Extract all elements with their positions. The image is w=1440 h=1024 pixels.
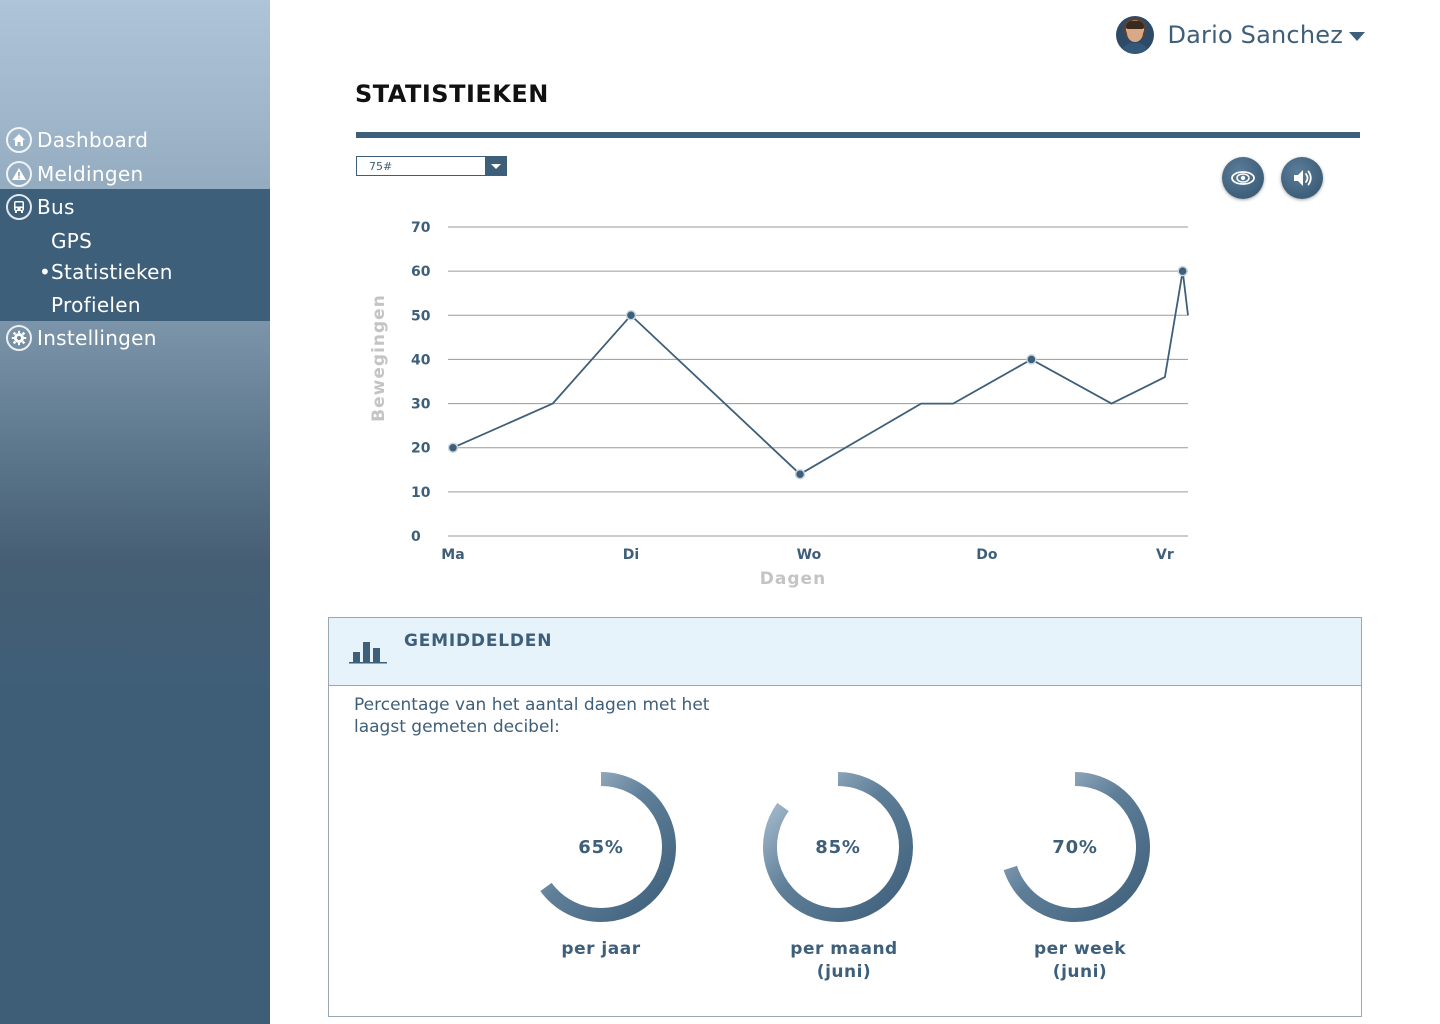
chevron-down-icon[interactable]: [485, 157, 506, 175]
averages-panel-header: GEMIDDELDEN: [329, 618, 1361, 686]
chart-y-tick-label: 60: [411, 264, 431, 280]
averages-title: GEMIDDELDEN: [404, 631, 553, 651]
chart-point: [1026, 354, 1037, 365]
movements-line-chart: 0 10 20 30 40 50 60 70 Ma Di Wo Do Vr Bewegingen Da…: [369, 220, 1189, 589]
donut-per-month: 85%: [759, 768, 917, 926]
chart-x-tick-label: Wo: [797, 547, 822, 563]
chart-y-tick-label: 40: [411, 352, 431, 368]
chart-x-axis-label: Dagen: [760, 569, 826, 589]
chart-series-line: [452, 270, 1189, 476]
chart-y-tick-label: 50: [411, 308, 431, 324]
eye-icon: [1231, 171, 1255, 185]
averages-panel: GEMIDDELDEN Percentage van het aantal da…: [328, 617, 1362, 1017]
donut-per-year: 65%: [522, 768, 680, 926]
donut-value: 85%: [815, 836, 861, 858]
sidebar-item-label: Dashboard: [37, 127, 149, 152]
sidebar-item-bus[interactable]: Bus: [0, 190, 270, 223]
sidebar-item-meldingen[interactable]: Meldingen: [0, 157, 270, 190]
bar-chart-icon: [349, 642, 387, 664]
donut-label-per-year: per jaar: [561, 939, 641, 959]
donut-label-per-month: per maand (juni): [790, 939, 898, 982]
chevron-down-icon: [1349, 32, 1365, 41]
title-divider: [356, 132, 1360, 138]
chart-y-tick-label: 70: [411, 220, 431, 236]
sidebar-item-instellingen[interactable]: Instellingen: [0, 321, 270, 354]
chart-x-tick-label: Ma: [441, 547, 464, 563]
chart-y-tick-label: 20: [411, 441, 431, 457]
chart-y-tick-label: 10: [411, 485, 431, 501]
bus-select-value: 75#: [369, 159, 393, 173]
gear-icon: [6, 324, 32, 351]
speaker-icon: [1294, 170, 1312, 186]
sidebar-item-label: Bus: [37, 194, 75, 219]
donut-label-per-week: per week (juni): [1033, 939, 1127, 982]
sidebar-item-label: Meldingen: [37, 161, 144, 186]
alert-icon: [6, 160, 32, 187]
chart-point: [794, 468, 806, 480]
chart-point: [625, 310, 637, 321]
avatar: [1116, 16, 1155, 54]
sidebar-item-label: Instellingen: [37, 325, 157, 350]
chart-x-tick-label: Di: [623, 547, 639, 563]
chart-point: [1177, 265, 1188, 277]
chart-y-axis-label: Bewegingen: [369, 294, 389, 422]
page-title: STATISTIEKEN: [355, 80, 549, 108]
chart-y-tick-label: 0: [411, 529, 421, 545]
user-menu[interactable]: Dario Sanchez: [1116, 16, 1365, 54]
chart-x-tick-label: Do: [976, 547, 998, 563]
sidebar: Dashboard Meldingen Bus GPS • Statistiek…: [0, 0, 270, 1024]
chart-y-tick-label: 30: [411, 397, 431, 413]
bus-icon: [6, 193, 32, 220]
view-button[interactable]: [1222, 157, 1264, 199]
sidebar-subitem-gps[interactable]: GPS: [51, 229, 92, 253]
chart-x-tick-label: Vr: [1156, 547, 1174, 563]
home-icon: [6, 126, 32, 153]
averages-description: Percentage van het aantal dagen met het …: [354, 695, 710, 737]
sidebar-subitem-profielen[interactable]: Profielen: [51, 293, 141, 317]
sound-button[interactable]: [1281, 157, 1323, 199]
donut-value: 65%: [578, 836, 624, 858]
bus-select[interactable]: 75#: [356, 156, 507, 176]
sidebar-item-dashboard[interactable]: Dashboard: [0, 123, 270, 156]
chart-point: [447, 442, 459, 453]
donut-per-week: 70%: [996, 768, 1154, 926]
donut-value: 70%: [1052, 836, 1098, 858]
sidebar-subitem-statistieken[interactable]: • Statistieken: [39, 260, 173, 284]
user-name: Dario Sanchez: [1167, 21, 1343, 49]
active-bullet: •: [39, 260, 52, 284]
